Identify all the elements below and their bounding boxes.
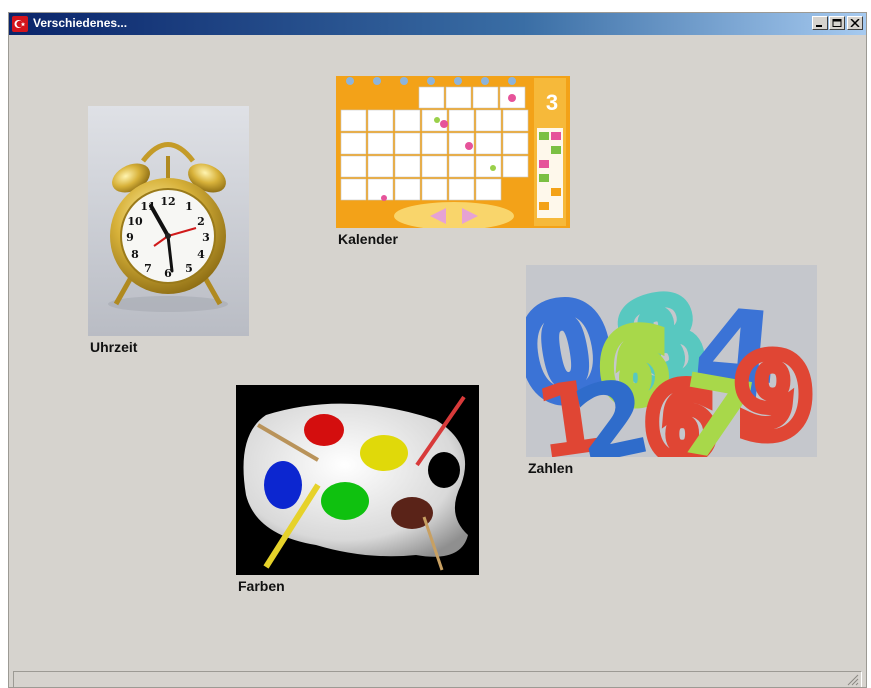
status-bar: [13, 671, 862, 687]
tile-label-farben: Farben: [238, 578, 285, 594]
main-window: Verschiedenes... 12 1 2 3 4 5 6 7 8 9 10…: [8, 12, 867, 688]
tile-kalender[interactable]: 3 Kalender: [336, 76, 570, 251]
svg-text:10: 10: [127, 215, 143, 228]
tile-label-uhrzeit: Uhrzeit: [90, 339, 138, 355]
title-bar[interactable]: Verschiedenes...: [9, 13, 866, 35]
svg-text:12: 12: [160, 195, 175, 208]
svg-text:1: 1: [185, 200, 193, 213]
tile-label-zahlen: Zahlen: [528, 460, 574, 476]
svg-text:7: 7: [144, 262, 152, 275]
app-flag-icon: [12, 16, 28, 32]
svg-text:4: 4: [197, 248, 205, 261]
svg-text:9: 9: [736, 333, 813, 457]
svg-text:8: 8: [131, 248, 139, 261]
svg-text:2: 2: [197, 215, 205, 228]
calendar-image: 3: [336, 76, 570, 228]
window-title: Verschiedenes...: [33, 16, 128, 30]
paint-palette-image: [236, 385, 479, 575]
svg-text:5: 5: [185, 262, 193, 275]
tile-zahlen[interactable]: 0 8 4 6 1 2 6 7 9 Zahlen: [526, 265, 817, 480]
numbers-image: 0 8 4 6 1 2 6 7 9: [526, 265, 817, 457]
maximize-button[interactable]: [829, 16, 845, 30]
close-button[interactable]: [847, 16, 863, 30]
tile-uhrzeit[interactable]: 12 1 2 345 678 9 10 11 Uhrzeit: [88, 106, 249, 361]
tile-farben[interactable]: Farben: [236, 385, 479, 600]
resize-grip-icon[interactable]: [847, 674, 859, 686]
svg-text:3: 3: [202, 231, 210, 244]
svg-text:9: 9: [126, 231, 134, 244]
tile-label-kalender: Kalender: [338, 231, 398, 247]
alarm-clock-image: 12 1 2 345 678 9 10 11: [88, 106, 249, 336]
minimize-button[interactable]: [812, 16, 828, 30]
calendar-month-number: 3: [545, 90, 559, 115]
